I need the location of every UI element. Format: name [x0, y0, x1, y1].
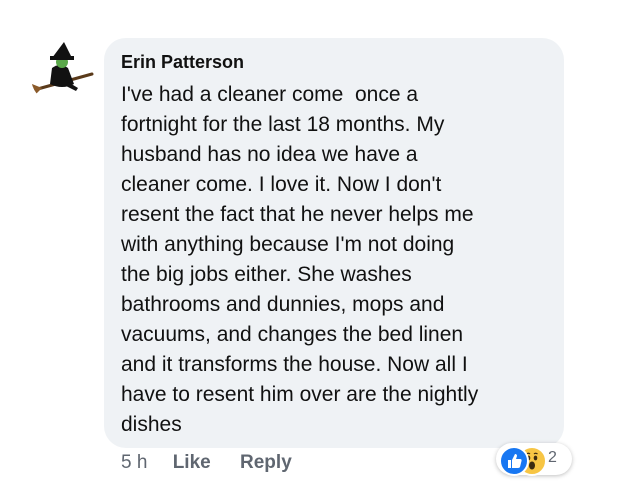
reaction-count: 2 [548, 449, 557, 466]
comment-text-line: bathrooms and dunnies, mops and [121, 293, 445, 316]
comment-text-line: I've had a cleaner come once a [121, 83, 419, 106]
reply-button[interactable]: Reply [240, 452, 292, 474]
comment-text: I've had a cleaner come once a fortnight… [121, 80, 557, 440]
comment-text-line: resent the fact that he never helps me [121, 203, 474, 226]
comment-author[interactable]: Erin Patterson [121, 52, 244, 73]
comment-text-line: husband has no idea we have a [121, 143, 418, 166]
comment-text-line: and it transforms the house. Now all I [121, 353, 468, 376]
like-icon [499, 446, 529, 476]
witch-avatar-icon [32, 42, 94, 96]
comment-timestamp[interactable]: 5 h [121, 452, 147, 474]
avatar[interactable] [30, 38, 100, 108]
comment-text-line: cleaner come. I love it. Now I don't [121, 173, 442, 196]
comment-text-line: the big jobs either. She washes [121, 263, 412, 286]
like-button[interactable]: Like [173, 452, 211, 474]
comment-text-line: vacuums, and changes the bed linen [121, 323, 464, 346]
comment-text-line: have to resent him over are the nightly [121, 383, 479, 406]
comment-text-line: dishes [121, 413, 182, 436]
comment-text-line: fortnight for the last 18 months. My [121, 113, 445, 136]
reactions-summary[interactable]: 2 [496, 443, 572, 476]
comment-text-line: with anything because I'm not doing [121, 233, 455, 256]
comment-actions: 5 h Like Reply [121, 452, 292, 474]
